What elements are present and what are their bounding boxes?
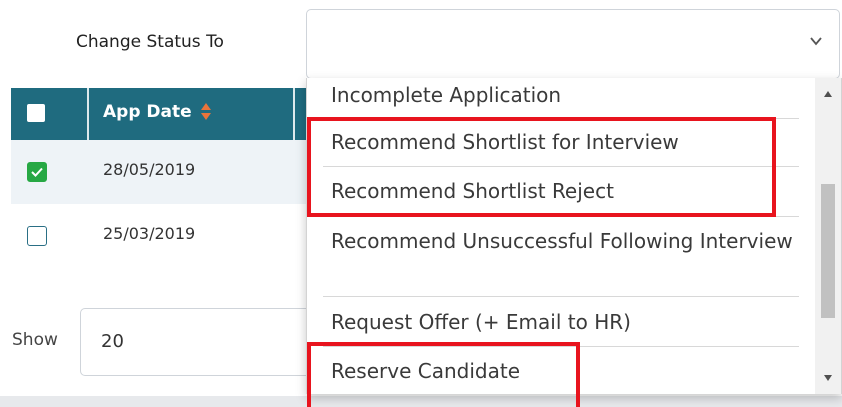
table-header: App Date	[11, 88, 311, 140]
app-date-header-label: App Date	[103, 102, 192, 122]
table-row[interactable]: 28/05/2019	[11, 140, 311, 204]
page-size-value: 20	[101, 331, 124, 352]
scrollbar-thumb[interactable]	[821, 184, 835, 318]
select-all-checkbox[interactable]	[27, 104, 45, 122]
row-checkbox[interactable]	[27, 226, 47, 246]
option-divider	[323, 166, 799, 167]
row-app-date: 28/05/2019	[103, 160, 196, 179]
dropdown-option[interactable]: Recommend Shortlist Reject	[331, 176, 801, 206]
dropdown-option[interactable]: Reserve Candidate	[331, 356, 801, 386]
bottom-scrollbar-area	[0, 396, 842, 407]
header-divider	[293, 88, 295, 140]
option-divider	[323, 216, 799, 217]
scroll-down-arrow-icon[interactable]	[823, 374, 833, 382]
status-dropdown-list: Incomplete Application Recommend Shortli…	[306, 78, 842, 394]
row-app-date: 25/03/2019	[103, 224, 196, 243]
app-date-column-header[interactable]: App Date	[103, 102, 212, 122]
dropdown-scrollbar[interactable]	[815, 78, 841, 394]
option-divider	[323, 296, 799, 297]
dropdown-option[interactable]: Recommend Unsuccessful Following Intervi…	[331, 226, 801, 256]
select-all-cell	[11, 88, 87, 140]
header-divider	[87, 88, 89, 140]
table-row[interactable]: 25/03/2019	[11, 204, 311, 268]
check-icon	[31, 167, 43, 177]
show-label: Show	[12, 330, 58, 350]
option-divider	[323, 118, 799, 119]
page-size-select[interactable]: 20	[80, 308, 320, 376]
dropdown-option[interactable]: Request Offer (+ Email to HR)	[331, 307, 801, 337]
change-status-label: Change Status To	[76, 32, 224, 52]
dropdown-option[interactable]: Recommend Shortlist for Interview	[331, 127, 801, 157]
row-checkbox-checked[interactable]	[27, 162, 47, 182]
sort-icon[interactable]	[200, 102, 212, 122]
scroll-up-arrow-icon[interactable]	[823, 90, 833, 98]
option-divider	[323, 346, 799, 347]
dropdown-option[interactable]: Incomplete Application	[331, 80, 801, 110]
change-status-select[interactable]	[306, 9, 840, 79]
chevron-down-icon[interactable]	[809, 34, 823, 48]
